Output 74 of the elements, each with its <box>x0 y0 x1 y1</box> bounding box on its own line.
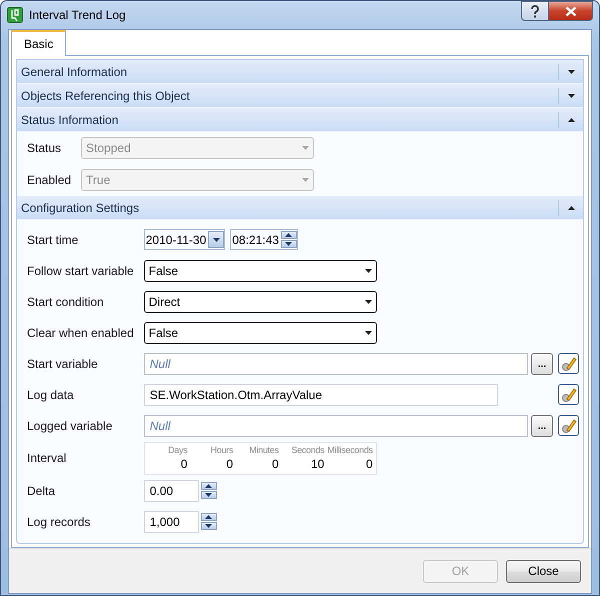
dropdown[interactable]: False <box>144 322 377 344</box>
spin-down-button[interactable] <box>200 491 217 499</box>
input-field[interactable]: Null <box>144 414 528 436</box>
field-label: Enabled <box>27 173 72 187</box>
spin-up-button[interactable] <box>280 231 297 239</box>
close-icon <box>564 6 576 16</box>
field-label: Log records <box>27 514 92 528</box>
unit-label: Milliseconds <box>327 444 373 454</box>
spin-down-button[interactable] <box>280 240 297 248</box>
unit-value: 10 <box>310 456 324 470</box>
down-arrow-icon <box>205 493 212 497</box>
unit-label: Seconds <box>291 444 324 454</box>
dropdown-arrow-icon <box>364 268 372 272</box>
help-icon <box>530 4 540 18</box>
unit-label: Days <box>168 444 188 454</box>
edit-button[interactable] <box>558 384 579 405</box>
number-field[interactable]: 1,000 <box>144 510 199 532</box>
dropdown[interactable]: False <box>144 260 377 282</box>
field-label: Interval <box>27 451 68 465</box>
unit-value: 0 <box>272 456 279 470</box>
down-arrow-icon <box>205 524 212 528</box>
section-header[interactable]: Status Information <box>17 108 583 132</box>
dialog-button[interactable]: Close <box>506 560 581 582</box>
section-header[interactable]: General Information <box>17 60 583 84</box>
down-arrow-icon <box>285 242 292 246</box>
calendar-dropdown-button[interactable] <box>208 231 224 248</box>
up-arrow-icon <box>205 484 212 488</box>
help-button[interactable] <box>521 1 549 21</box>
up-arrow-icon <box>285 233 292 237</box>
up-arrow-icon <box>205 515 212 519</box>
field-label: Clear when enabled <box>27 326 134 340</box>
field-label: Log data <box>27 388 75 402</box>
unit-value: 0 <box>366 456 373 470</box>
section-header[interactable]: Objects Referencing this Object <box>17 84 583 108</box>
dropdown-arrow-icon <box>302 146 310 150</box>
close-button[interactable] <box>549 1 593 21</box>
date-field[interactable]: 2010-11-30 <box>144 229 226 250</box>
edit-button[interactable] <box>558 353 579 374</box>
field-label: Start time <box>27 232 80 246</box>
spin-up-button[interactable] <box>200 513 217 521</box>
field-label: Start variable <box>27 356 99 370</box>
pencil-icon <box>560 386 576 402</box>
text-field[interactable]: SE.WorkStation.Otm.ArrayValue <box>144 384 498 406</box>
pencil-icon <box>560 418 576 434</box>
unit-value: 0 <box>180 456 188 470</box>
down-arrow-icon <box>212 238 220 242</box>
field-label: Start condition <box>27 294 105 308</box>
dropdown: True <box>81 169 314 191</box>
time-field[interactable]: 08:21:43 <box>230 229 298 250</box>
browse-button[interactable]: ... <box>531 414 553 436</box>
field-label: Follow start variable <box>27 264 134 278</box>
spin-up-button[interactable] <box>200 482 217 490</box>
edit-button[interactable] <box>558 415 579 436</box>
field-label: Status <box>27 141 62 155</box>
number-field[interactable]: 0.00 <box>144 480 199 502</box>
dropdown-arrow-icon <box>364 330 372 334</box>
input-field[interactable]: Null <box>144 352 528 374</box>
field-label: Logged variable <box>27 418 114 432</box>
pencil-icon <box>560 356 576 372</box>
field-label: Delta <box>27 484 56 498</box>
dropdown: Stopped <box>81 137 314 159</box>
dropdown[interactable]: Direct <box>144 290 377 312</box>
interval-field[interactable]: Days 0 Hours 0 Minutes 0 Seconds 10 Milliseconds 0 <box>144 442 377 474</box>
app-icon <box>7 7 23 23</box>
unit-label: Hours <box>210 444 234 454</box>
window-title: Interval Trend Log <box>29 8 126 22</box>
unit-value: 0 <box>226 456 234 470</box>
dropdown-arrow-icon <box>302 178 310 182</box>
spin-down-button[interactable] <box>200 522 217 530</box>
tab[interactable]: Basic <box>11 30 66 56</box>
section-header[interactable]: Configuration Settings <box>17 196 583 220</box>
dropdown-arrow-icon <box>364 300 372 304</box>
browse-button[interactable]: ... <box>531 352 553 374</box>
unit-label: Minutes <box>249 444 279 454</box>
